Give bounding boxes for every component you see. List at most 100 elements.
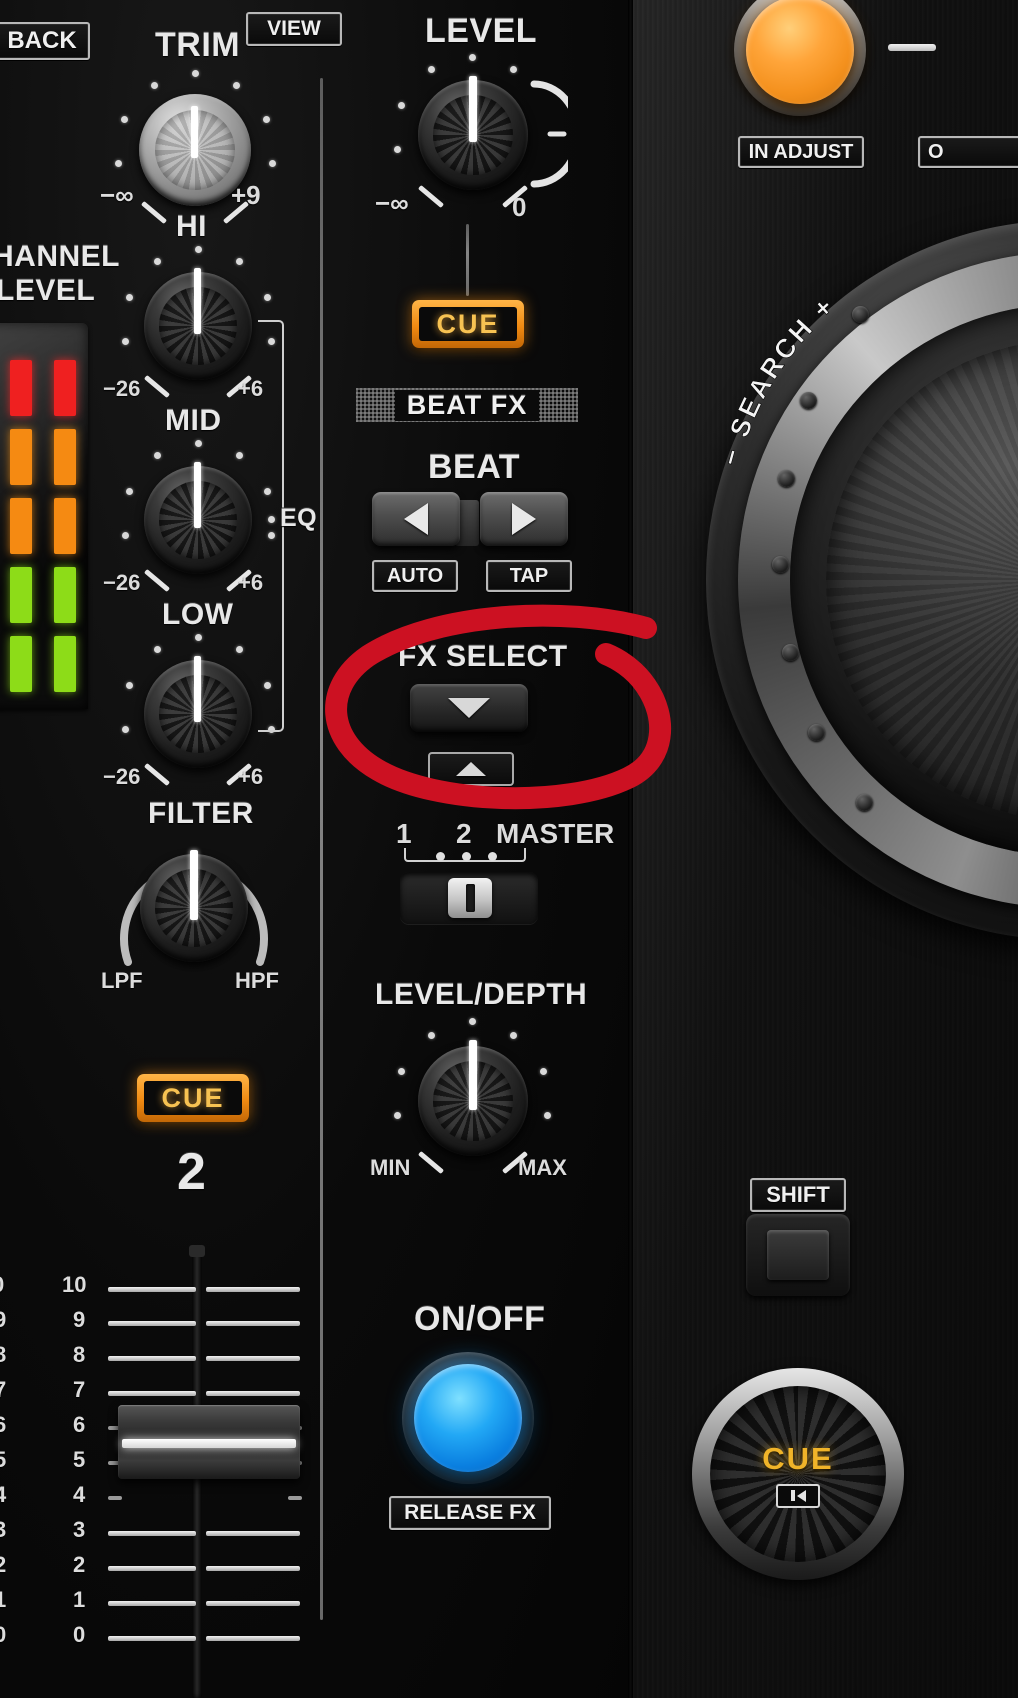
fx-channel-option-master[interactable]: MASTER [496,818,614,850]
eq-mid-label: MID [165,404,222,437]
view-button[interactable]: VIEW [246,12,342,46]
neighbor-fader-tick: 7 [0,1377,7,1402]
eq-low-min-label: −26 [103,764,141,789]
neighbor-fader-tick: 3 [0,1517,7,1542]
trim-label: TRIM [155,26,241,64]
jog-dimple [856,794,873,811]
in-adjust-button[interactable] [746,0,854,104]
eq-mid-min-label: −26 [103,570,141,595]
eq-low-label: LOW [162,598,234,631]
filter-lpf-label: LPF [101,968,143,993]
eq-hi-min-label: −26 [103,376,141,401]
master-level-label: LEVEL [425,12,538,50]
release-fx-button[interactable]: RELEASE FX [389,1496,551,1530]
channel-level-label-line2: LEVEL [0,274,96,307]
fader-tick: 5 [73,1447,86,1472]
beat-prev-button[interactable] [372,492,460,546]
level-depth-max-label: MAX [518,1155,567,1180]
fader-tick: 3 [73,1517,86,1542]
channel-cue-button[interactable]: CUE [137,1074,249,1122]
neighbor-fader-tick: 9 [0,1307,7,1332]
beat-next-button[interactable] [480,492,568,546]
meter-segment [54,429,76,485]
tap-button[interactable]: TAP [486,560,572,592]
fx-channel-option-2[interactable]: 2 [456,818,472,850]
neighbor-fader-tick: 5 [0,1447,7,1472]
back-button[interactable]: BACK [0,22,90,60]
meter-segment [54,498,76,554]
fader-tick: 1 [73,1587,86,1612]
meter-segment [10,360,32,416]
beat-fx-section-header: BEAT FX [356,388,578,422]
fader-tick: 0 [73,1622,86,1647]
neighbor-fader-tick: 2 [0,1552,7,1577]
fader-handle[interactable] [118,1405,300,1479]
fx-channel-switch-knob[interactable] [448,878,492,918]
panel-seam [628,0,633,1698]
shift-button-inner [766,1230,830,1280]
meter-segment [54,567,76,623]
on-off-button[interactable] [414,1364,522,1472]
master-level-min-label: −∞ [375,188,409,218]
level-depth-min-label: MIN [370,1155,411,1180]
fx-channel-scale-dot [488,852,497,861]
triangle-right-icon [512,503,536,535]
fx-select-down-button[interactable] [410,684,528,732]
triangle-left-icon [404,503,428,535]
track-previous-icon [776,1483,820,1508]
jog-dimple [808,724,825,741]
search-label: − SEARCH + [715,290,841,470]
trim-max-label: +9 [231,180,261,210]
out-adjust-label: O [918,136,1018,168]
filter-knob[interactable] [104,832,284,982]
level-depth-knob[interactable] [388,1018,558,1178]
filter-hpf-label: HPF [235,968,279,993]
fx-channel-option-1[interactable]: 1 [396,818,412,850]
meter-segment [10,567,32,623]
svg-text:− SEARCH +: − SEARCH + [715,290,841,469]
master-level-arc [530,80,568,188]
eq-bracket-dot [268,516,275,523]
fx-select-label: FX SELECT [398,640,568,673]
channel-level-label-line1: HANNEL [0,240,120,273]
neighbor-fader-tick: 8 [0,1342,7,1367]
neighbor-fader-tick: 0 [0,1622,7,1647]
deck-cue-button[interactable]: CUE [710,1386,886,1562]
controller-screenshot: BACK VIEW TRIM −∞ +9 HANNEL LEVEL HI −26… [0,0,1018,1698]
neighbor-fader-tick: 0 [0,1272,4,1298]
fader-tick: 9 [73,1307,86,1332]
eq-low-max-label: +6 [238,764,264,789]
trim-min-label: −∞ [100,180,134,210]
level-connector-line [466,224,469,296]
shift-button[interactable] [746,1214,850,1296]
level-depth-label: LEVEL/DEPTH [375,978,588,1011]
fx-channel-switch[interactable] [400,872,538,924]
meter-segment [10,636,32,692]
fader-tick: 2 [73,1552,86,1577]
jog-dimple [772,556,789,573]
channel-fader[interactable] [60,1245,302,1698]
fx-select-up-button[interactable] [428,752,514,786]
neighbor-fader-tick: 4 [0,1482,7,1507]
master-cue-button[interactable]: CUE [412,300,524,348]
channel-level-meter [0,323,88,709]
section-divider [320,78,323,1620]
divider-dash-icon [888,44,936,51]
auto-button[interactable]: AUTO [372,560,458,592]
filter-label: FILTER [148,797,254,830]
beat-label: BEAT [428,448,521,486]
eq-hi-label: HI [176,210,207,243]
fader-tick: 8 [73,1342,86,1367]
master-cue-label: CUE [419,307,517,341]
meter-segment [10,429,32,485]
meter-segment [54,636,76,692]
fader-tick: 4 [73,1482,86,1507]
triangle-up-icon [456,762,486,776]
fx-channel-scale-dot [462,852,471,861]
in-adjust-label: IN ADJUST [738,136,864,168]
jog-dimple [782,644,799,661]
neighbor-fader-tick: 6 [0,1412,7,1437]
beat-fx-title: BEAT FX [394,389,540,421]
meter-segment [10,498,32,554]
eq-label: EQ [280,504,318,532]
